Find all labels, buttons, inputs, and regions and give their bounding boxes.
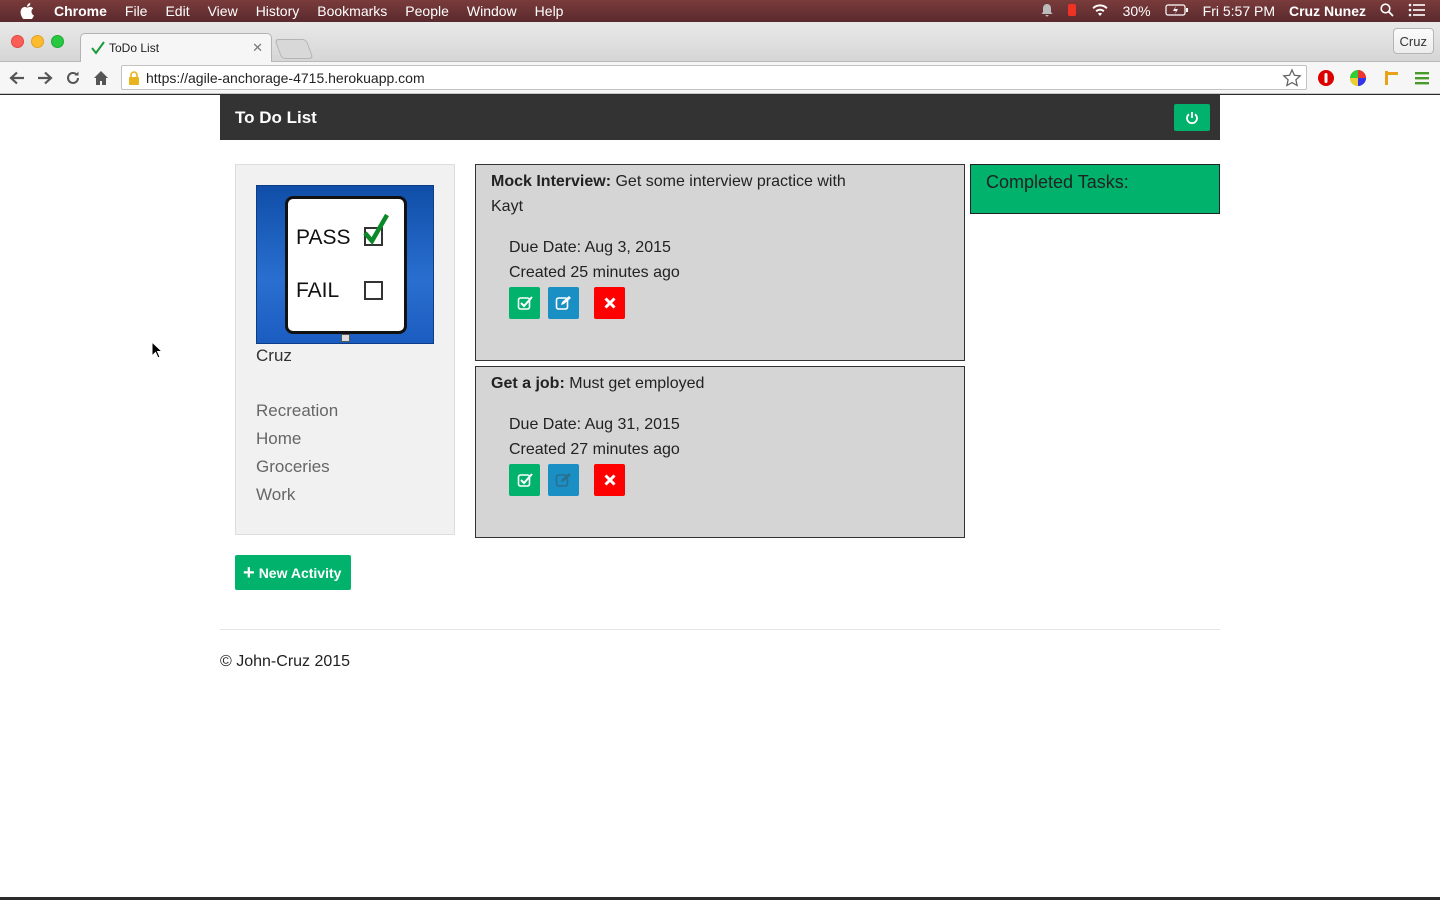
wifi-icon[interactable] <box>1091 3 1109 20</box>
task-card: Mock Interview: Get some interview pract… <box>475 164 965 361</box>
window-close-button[interactable] <box>11 35 24 48</box>
notification-bell-icon[interactable] <box>1041 3 1053 20</box>
mouse-cursor-icon <box>151 341 163 359</box>
complete-task-button[interactable] <box>509 464 540 496</box>
task-due-date: Due Date: Aug 31, 2015 <box>509 416 680 433</box>
menu-help[interactable]: Help <box>535 3 564 19</box>
fail-label: FAIL <box>296 279 340 302</box>
task-name: Mock Interview: <box>491 173 612 190</box>
menu-file[interactable]: File <box>125 3 148 19</box>
forward-arrow-icon[interactable] <box>35 68 55 88</box>
category-recreation[interactable]: Recreation <box>256 400 338 428</box>
task-card: Get a job: Must get employed Due Date: A… <box>475 366 965 538</box>
menu-window[interactable]: Window <box>467 3 517 19</box>
task-title: Mock Interview: Get some interview pract… <box>491 169 871 219</box>
task-actions <box>509 287 633 319</box>
pass-label: PASS <box>296 226 351 249</box>
menu-app-name[interactable]: Chrome <box>54 3 107 19</box>
completed-tasks-panel: Completed Tasks: <box>970 164 1220 214</box>
tab-close-icon[interactable]: ✕ <box>252 40 263 56</box>
apple-menu-icon[interactable] <box>18 2 36 20</box>
color-picker-extension-icon[interactable] <box>1348 68 1368 88</box>
notification-center-icon[interactable] <box>1408 3 1426 20</box>
task-actions <box>509 464 633 496</box>
edit-task-button[interactable] <box>548 287 579 319</box>
address-bar[interactable]: https://agile-anchorage-4715.herokuapp.c… <box>121 65 1307 90</box>
menu-history[interactable]: History <box>256 3 300 19</box>
menu-view[interactable]: View <box>208 3 238 19</box>
battery-icon[interactable] <box>1165 3 1189 19</box>
menu-people[interactable]: People <box>405 3 449 19</box>
user-menu[interactable]: Cruz Nunez <box>1289 3 1366 19</box>
category-groceries[interactable]: Groceries <box>256 456 338 484</box>
task-created: Created 25 minutes ago <box>509 264 680 281</box>
new-tab-button[interactable] <box>274 39 314 59</box>
edit-icon <box>555 296 571 310</box>
adblock-extension-icon[interactable] <box>1316 68 1336 88</box>
user-name: Cruz <box>256 346 292 365</box>
window-minimize-button[interactable] <box>31 35 44 48</box>
user-sidebar: PASS FAIL Cruz Recreation Home Groceries… <box>235 164 455 535</box>
completed-tasks-label: Completed Tasks: <box>986 172 1129 192</box>
home-icon[interactable] <box>91 68 111 88</box>
category-list: Recreation Home Groceries Work <box>256 400 338 512</box>
new-activity-label: New Activity <box>258 564 342 581</box>
delete-task-button[interactable] <box>594 464 625 496</box>
complete-task-button[interactable] <box>509 287 540 319</box>
category-home[interactable]: Home <box>256 428 338 456</box>
logout-button[interactable] <box>1174 104 1210 131</box>
pass-fail-sign: PASS FAIL <box>285 196 407 334</box>
app-navbar: To Do List <box>220 95 1220 140</box>
bookmark-star-icon[interactable] <box>1282 68 1302 88</box>
app-brand[interactable]: To Do List <box>235 108 317 128</box>
task-title: Get a job: Must get employed <box>491 371 871 396</box>
footer-divider <box>220 629 1220 630</box>
task-created: Created 27 minutes ago <box>509 441 680 458</box>
sign-post-icon <box>341 334 350 342</box>
profile-button[interactable]: Cruz <box>1392 28 1434 54</box>
category-work[interactable]: Work <box>256 484 338 512</box>
evernote-icon[interactable] <box>1067 3 1077 20</box>
power-icon <box>1186 111 1198 124</box>
edit-icon <box>555 473 571 487</box>
browser-tab[interactable]: ToDo List ✕ <box>80 33 272 62</box>
delete-task-button[interactable] <box>594 287 625 319</box>
empty-checkbox-icon <box>364 281 383 300</box>
bookmark-manager-extension-icon[interactable] <box>1381 68 1401 88</box>
footer-copyright: © John-Cruz 2015 <box>220 653 351 670</box>
check-square-icon <box>517 296 533 310</box>
tab-title: ToDo List <box>109 41 160 55</box>
checkmark-favicon-icon <box>91 41 105 55</box>
battery-percent: 30% <box>1122 3 1151 19</box>
spotlight-search-icon[interactable] <box>1380 2 1394 20</box>
reload-icon[interactable] <box>63 68 83 88</box>
avatar: PASS FAIL <box>256 185 434 344</box>
back-arrow-icon[interactable] <box>7 68 27 88</box>
browser-toolbar: https://agile-anchorage-4715.herokuapp.c… <box>0 62 1440 94</box>
chrome-menu-icon[interactable] <box>1412 68 1432 88</box>
plus-icon: + <box>243 561 255 584</box>
close-icon <box>603 297 616 309</box>
window-zoom-button[interactable] <box>51 35 64 48</box>
task-due-date: Due Date: Aug 3, 2015 <box>509 239 671 256</box>
url-text: https://agile-anchorage-4715.herokuapp.c… <box>146 69 425 86</box>
menu-edit[interactable]: Edit <box>165 3 189 19</box>
page-content: To Do List PASS FAIL Cruz Recreation Hom… <box>0 95 1440 897</box>
menu-status-area: 30% Fri 5:57 PM Cruz Nunez <box>1041 0 1440 22</box>
secure-lock-icon[interactable] <box>128 70 140 85</box>
close-icon <box>603 474 616 486</box>
browser-tab-strip: ToDo List ✕ Cruz <box>0 22 1440 62</box>
task-description: Must get employed <box>569 375 705 392</box>
macos-menu-bar: Chrome File Edit View History Bookmarks … <box>0 0 1440 22</box>
menu-bookmarks[interactable]: Bookmarks <box>317 3 387 19</box>
green-check-icon <box>363 213 389 245</box>
edit-task-button[interactable] <box>548 464 579 496</box>
clock[interactable]: Fri 5:57 PM <box>1203 3 1275 19</box>
task-name: Get a job: <box>491 375 565 392</box>
check-square-icon <box>517 473 533 487</box>
new-activity-button[interactable]: + New Activity <box>235 555 351 590</box>
